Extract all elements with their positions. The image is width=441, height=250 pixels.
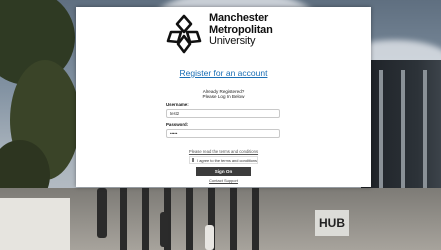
person [160,212,168,247]
logo-line3: University [209,35,256,47]
login-below-subheading: Please Log In Below [202,94,245,99]
register-link[interactable]: Register for an account [76,68,371,78]
sign-on-button[interactable]: Sign On [196,167,251,176]
password-label: Password: [166,122,189,127]
agree-terms-label: I agree to the terms and conditions [197,157,257,163]
person [205,225,214,250]
wall [0,198,70,250]
logo-text: Manchester Metropolitan University [209,12,273,48]
hub-sign: HUB [315,210,349,236]
username-label: Username: [166,102,189,107]
person [97,188,107,238]
university-logo: Manchester Metropolitan University [164,12,273,55]
agree-terms-row: I agree to the terms and conditions [189,156,258,164]
username-input[interactable]: test2 [166,109,280,118]
login-card: Manchester Metropolitan University Regis… [76,7,371,187]
password-input[interactable]: ••••• [166,129,280,138]
logo-line1: Manchester [209,12,269,24]
contact-support-link[interactable]: Contact Support [76,178,371,183]
terms-link[interactable]: Please read the terms and conditions [76,149,371,154]
mmu-logo-icon [166,14,202,54]
login-heading-block: Already Registered? Please Log In Below [76,89,371,99]
agree-terms-checkbox[interactable] [192,158,195,162]
